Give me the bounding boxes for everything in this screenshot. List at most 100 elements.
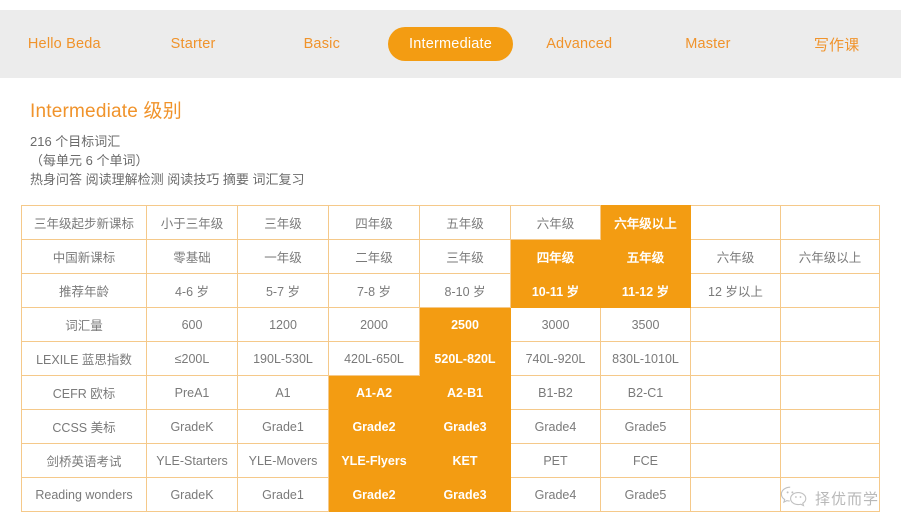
table-cell: B2-C1 [600,375,691,410]
table-cell-highlighted: 11-12 岁 [600,273,691,308]
table-cell-highlighted: YLE-Flyers [328,443,420,478]
nav-item-basic[interactable]: Basic [257,36,386,52]
table-cell [780,273,880,308]
table-cell: PreA1 [146,375,238,410]
table-cell: B1-B2 [510,375,601,410]
table-row: 词汇量 600 1200 2000 2500 3000 3500 [21,307,880,342]
table-cell-highlighted: 四年级 [510,239,601,274]
table-cell: 3000 [510,307,601,342]
table-cell [690,375,781,410]
table-row: 中国新课标 零基础 一年级 二年级 三年级 四年级 五年级 六年级 六年级以上 [21,239,880,274]
table-cell: YLE-Movers [237,443,329,478]
table-cell-highlighted: 六年级以上 [600,205,691,240]
table-row: CCSS 美标 GradeK Grade1 Grade2 Grade3 Grade4 Gra… [21,409,880,444]
page-root: Hello Beda Starter Basic Intermediate Advanc… [0,0,901,532]
row-label: CCSS 美标 [21,409,147,444]
table-body: 三年级起步新课标 小于三年级 三年级 四年级 五年级 六年级 六年级以上 中国新课标 零基础 一年… [21,205,880,512]
table-cell [780,477,880,512]
table-cell: YLE-Starters [146,443,238,478]
nav-item-starter[interactable]: Starter [129,36,258,52]
row-label: 中国新课标 [21,239,147,274]
table-cell: 零基础 [146,239,238,274]
table-cell [780,307,880,342]
table-cell [690,307,781,342]
table-cell: 1200 [237,307,329,342]
nav-item-label: 写作课 [813,36,860,54]
nav-item-advanced[interactable]: Advanced [515,36,644,52]
table-cell [780,409,880,444]
level-comparison-table-wrapper: 三年级起步新课标 小于三年级 三年级 四年级 五年级 六年级 六年级以上 中国新课标 零基础 一年… [21,205,880,512]
table-cell: Grade5 [600,477,691,512]
table-row: 剑桥英语考试 YLE-Starters YLE-Movers YLE-Flyers KE… [21,443,880,478]
table-cell: 190L-530L [237,341,329,376]
table-cell [780,443,880,478]
table-cell: 4-6 岁 [146,273,238,308]
table-cell: 740L-920L [510,341,601,376]
table-cell [780,205,880,240]
nav-item-label-active: Intermediate [388,26,514,62]
table-cell: 8-10 岁 [419,273,511,308]
table-cell: 四年级 [328,205,420,240]
table-cell-highlighted: Grade2 [328,477,420,512]
nav-item-写作课[interactable]: 写作课 [772,34,901,55]
table-cell-highlighted: 10-11 岁 [510,273,601,308]
table-cell: 3500 [600,307,691,342]
table-cell: 12 岁以上 [690,273,781,308]
table-cell-highlighted: Grade3 [419,477,511,512]
table-cell [690,443,781,478]
top-navigation-bar: Hello Beda Starter Basic Intermediate Advanc… [0,10,901,78]
nav-item-label: Basic [303,36,341,52]
table-cell: PET [510,443,601,478]
row-label: 三年级起步新课标 [21,205,147,240]
nav-item-master[interactable]: Master [644,36,773,52]
nav-item-label: Starter [170,36,216,52]
table-cell: 2000 [328,307,420,342]
table-cell: 六年级以上 [780,239,880,274]
nav-item-label: Hello Beda [27,36,101,52]
intro-line-per-unit: （每单元 6 个单词） [30,153,149,168]
row-label: LEXILE 蓝思指数 [21,341,147,376]
table-cell [690,205,781,240]
nav-item-intermediate[interactable]: Intermediate [386,26,515,62]
table-cell: 二年级 [328,239,420,274]
row-label: Reading wonders [21,477,147,512]
table-row: LEXILE 蓝思指数 ≤200L 190L-530L 420L-650L 520L-8… [21,341,880,376]
table-cell: Grade1 [237,477,329,512]
table-cell [690,477,781,512]
nav-item-hello-beda[interactable]: Hello Beda [0,36,129,52]
table-cell [780,341,880,376]
table-cell: 一年级 [237,239,329,274]
intro-line-vocab-count: 216 个目标词汇 [30,134,121,149]
table-cell-highlighted: Grade2 [328,409,420,444]
table-cell: 五年级 [419,205,511,240]
table-cell: 六年级 [510,205,601,240]
table-cell-highlighted: 2500 [419,307,511,342]
table-cell-highlighted: Grade3 [419,409,511,444]
table-cell [690,341,781,376]
table-cell: 六年级 [690,239,781,274]
nav-item-label: Advanced [546,36,613,52]
table-cell: Grade5 [600,409,691,444]
table-cell-highlighted: 520L-820L [419,341,511,376]
table-cell: Grade4 [510,409,601,444]
table-cell: GradeK [146,477,238,512]
table-row: 三年级起步新课标 小于三年级 三年级 四年级 五年级 六年级 六年级以上 [21,205,880,240]
table-cell [690,409,781,444]
intro-block: Intermediate 级别 216 个目标词汇 （每单元 6 个单词） 热身… [30,96,630,189]
row-label: 剑桥英语考试 [21,443,147,478]
table-cell: 420L-650L [328,341,420,376]
table-cell: FCE [600,443,691,478]
page-title: Intermediate 级别 [30,101,182,122]
table-cell: 600 [146,307,238,342]
row-label: CEFR 欧标 [21,375,147,410]
table-cell: Grade4 [510,477,601,512]
row-label: 推荐年龄 [21,273,147,308]
table-cell: GradeK [146,409,238,444]
table-cell: 5-7 岁 [237,273,329,308]
table-row: CEFR 欧标 PreA1 A1 A1-A2 A2-B1 B1-B2 B2-C1 [21,375,880,410]
level-comparison-table: 三年级起步新课标 小于三年级 三年级 四年级 五年级 六年级 六年级以上 中国新课标 零基础 一年… [21,205,880,512]
table-cell: ≤200L [146,341,238,376]
table-cell: 830L-1010L [600,341,691,376]
table-cell-highlighted: A2-B1 [419,375,511,410]
row-label: 词汇量 [21,307,147,342]
